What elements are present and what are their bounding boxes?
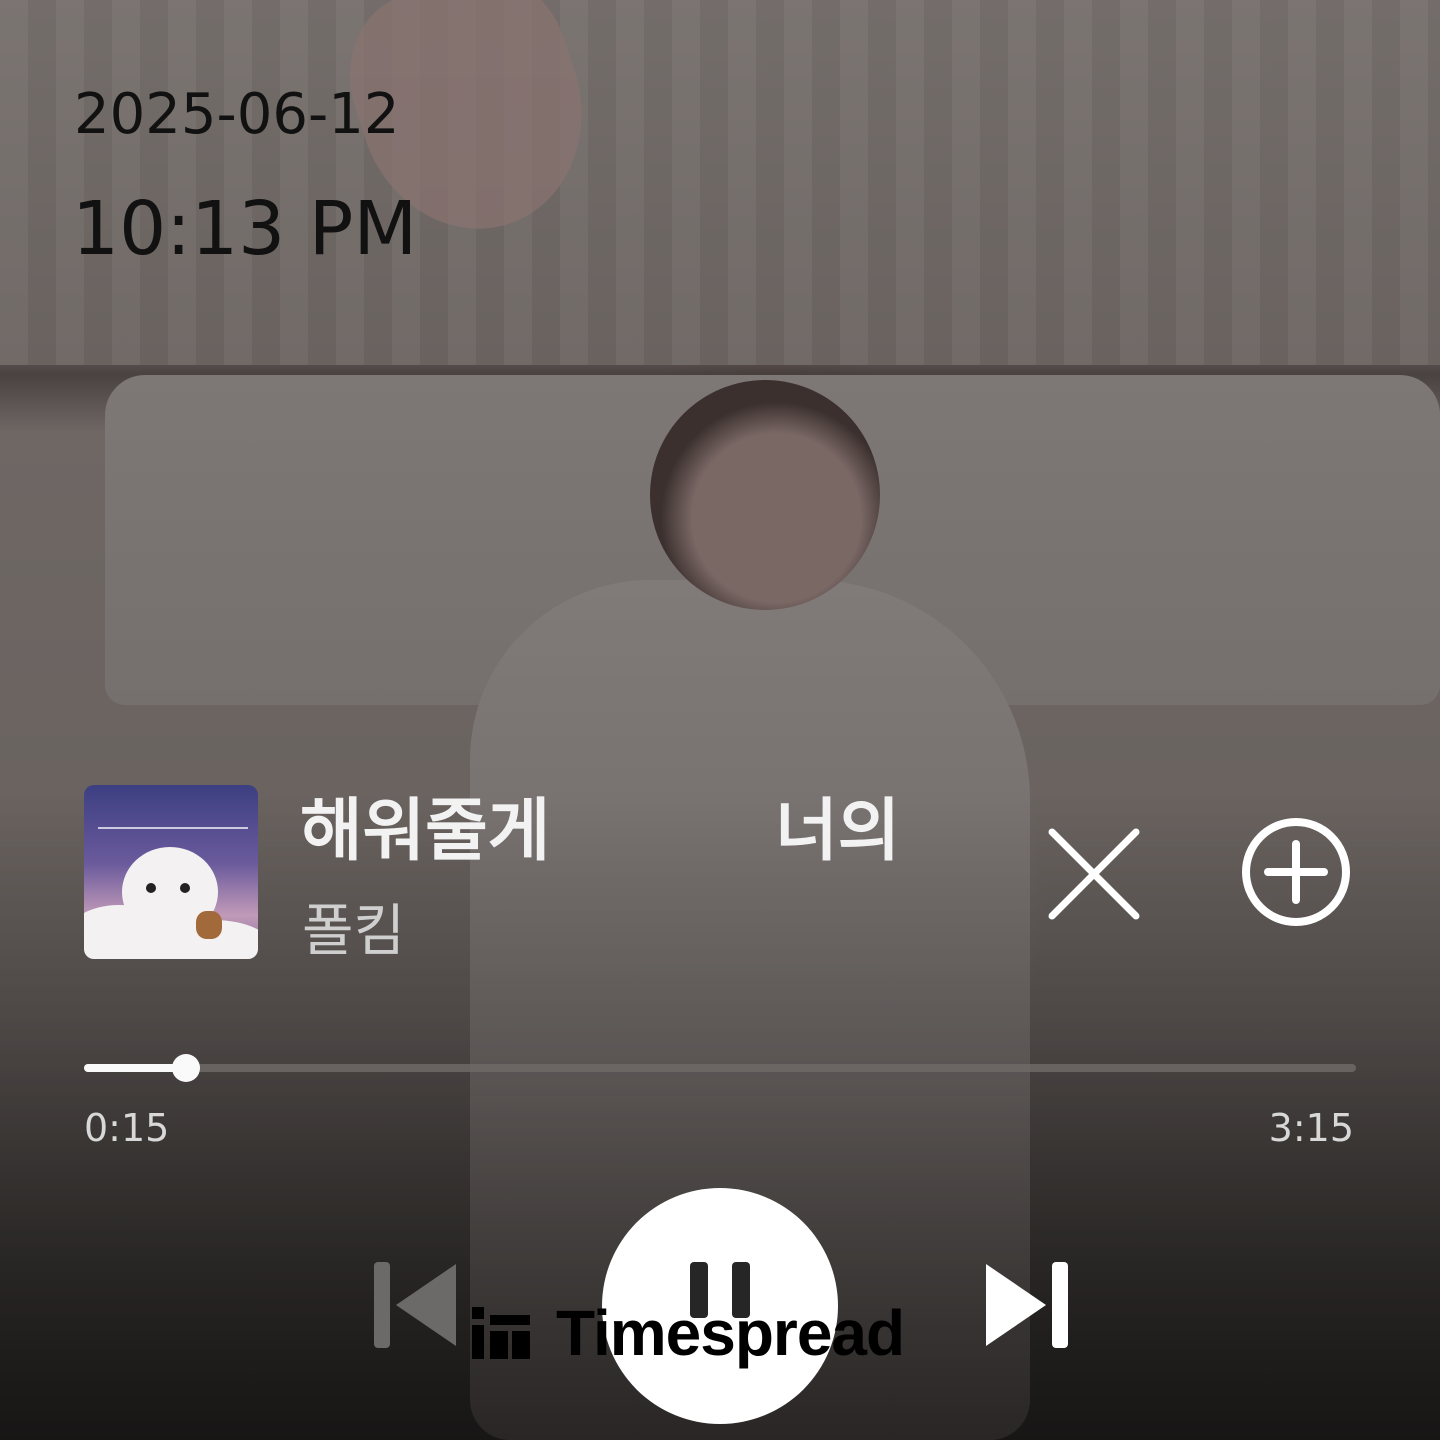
watermark: Timespread — [472, 1297, 905, 1369]
song-title-segment: 너의 — [775, 792, 901, 871]
lockscreen-time: 10:13 PM — [72, 186, 418, 272]
close-icon — [1048, 828, 1140, 920]
watermark-logo-icon — [472, 1307, 530, 1359]
lockscreen-date: 2025-06-12 — [74, 82, 400, 147]
album-art[interactable] — [84, 785, 258, 959]
progress-thumb[interactable] — [171, 1054, 200, 1082]
album-art-teddy — [196, 911, 222, 939]
album-art-handwriting — [98, 797, 248, 829]
playback-progress-slider[interactable] — [84, 1054, 1356, 1082]
add-to-library-button[interactable] — [1238, 814, 1354, 930]
next-track-button[interactable] — [984, 1258, 1070, 1352]
watermark-text: Timespread — [556, 1297, 905, 1369]
skip-next-icon — [986, 1262, 1068, 1348]
album-art-bear-eye — [180, 883, 190, 893]
elapsed-time: 0:15 — [84, 1106, 170, 1150]
plus-circle-icon — [1242, 818, 1350, 926]
total-duration: 3:15 — [1268, 1106, 1354, 1150]
artist-name: 폴킴 — [302, 899, 406, 964]
previous-track-button[interactable] — [372, 1258, 458, 1352]
skip-previous-icon — [374, 1262, 456, 1348]
lock-screen: 2025-06-12 10:13 PM 해워줄게 너의 폴킴 0:15 3:15… — [0, 0, 1440, 1440]
progress-track — [84, 1064, 1356, 1072]
song-title-marquee[interactable]: 해워줄게 너의 — [300, 775, 950, 875]
close-button[interactable] — [1040, 820, 1148, 928]
progress-fill — [84, 1064, 186, 1072]
album-art-bear-eye — [146, 883, 156, 893]
song-title-segment: 해워줄게 — [300, 792, 551, 871]
